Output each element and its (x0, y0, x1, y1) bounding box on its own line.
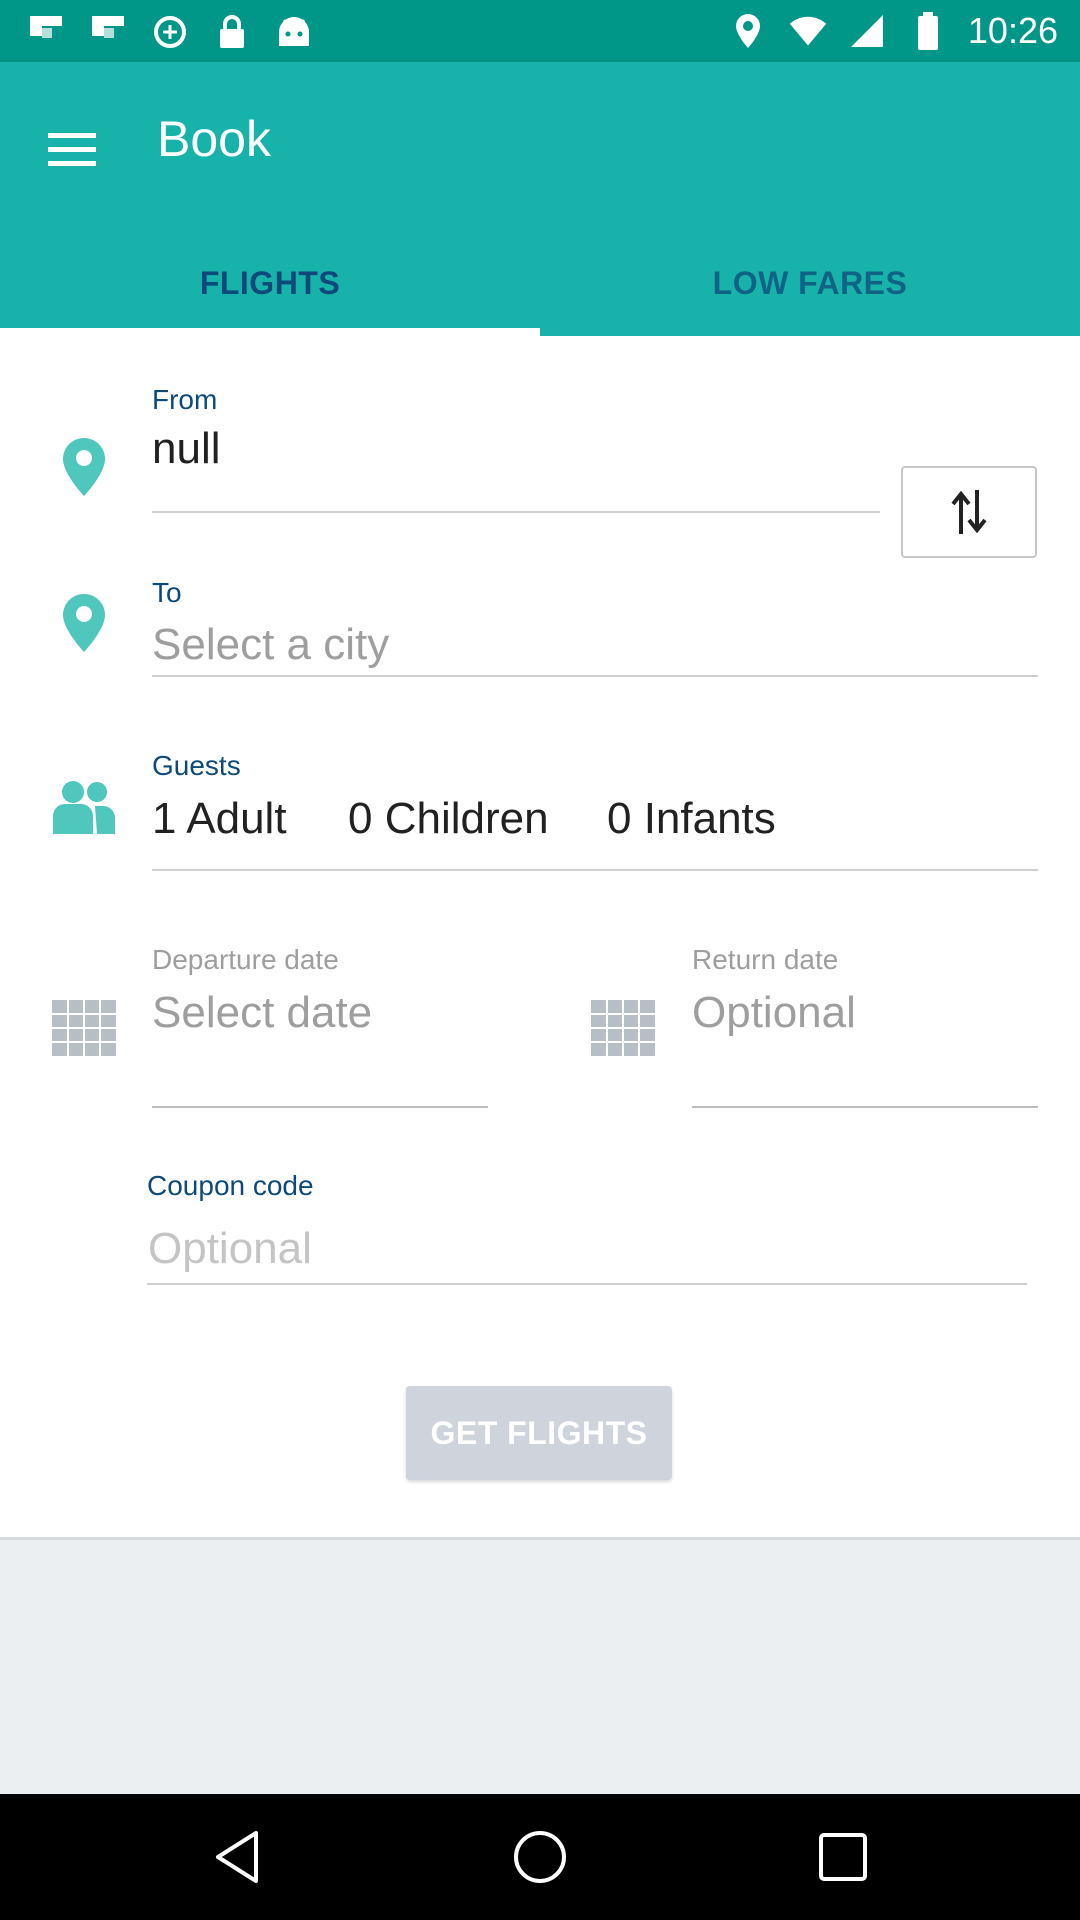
signal-icon (848, 13, 888, 49)
flipboard-icon (88, 14, 128, 50)
back-icon[interactable] (200, 1820, 274, 1894)
home-icon[interactable] (503, 1820, 577, 1894)
departure-label: Departure date (152, 944, 339, 975)
from-underline (152, 511, 880, 513)
navigation-bar (0, 1794, 1080, 1920)
android-icon (274, 14, 314, 50)
to-field[interactable]: Select a city (152, 620, 389, 670)
guests-adults[interactable]: 1 Adult (152, 794, 287, 844)
tab-low-fares[interactable]: LOW FARES (540, 230, 1080, 336)
tab-flights[interactable]: FLIGHTS (0, 230, 540, 336)
return-label: Return date (692, 944, 839, 975)
guests-children[interactable]: 0 Children (348, 794, 549, 844)
lock-icon (212, 14, 252, 50)
calendar-icon (591, 1000, 655, 1056)
coupon-field[interactable]: Optional (148, 1224, 312, 1274)
people-icon (53, 781, 115, 834)
location-pin-icon (63, 438, 105, 496)
guests-label: Guests (152, 750, 241, 781)
page-title: Book (157, 111, 271, 167)
data-saver-icon (150, 14, 190, 50)
wifi-icon (788, 13, 828, 49)
get-flights-button[interactable]: GET FLIGHTS (406, 1386, 672, 1480)
battery-icon (908, 12, 948, 50)
status-time: 10:26 (967, 10, 1058, 51)
location-pin-icon (63, 594, 105, 652)
return-field[interactable]: Optional (692, 988, 856, 1038)
swap-button[interactable] (901, 466, 1037, 558)
location-icon (728, 13, 768, 49)
flipboard-icon (26, 14, 66, 50)
guests-underline (152, 869, 1038, 871)
departure-field[interactable]: Select date (152, 988, 372, 1038)
departure-underline (152, 1106, 488, 1108)
to-underline (152, 675, 1038, 677)
calendar-icon (52, 1000, 116, 1056)
swap-vertical-icon (951, 490, 987, 534)
menu-icon[interactable] (36, 112, 110, 186)
status-bar: 10:26 (0, 0, 1080, 62)
app-bar: Book FLIGHTS LOW FARES (0, 62, 1080, 336)
guests-infants[interactable]: 0 Infants (607, 794, 776, 844)
from-label: From (152, 384, 218, 415)
coupon-underline (147, 1283, 1027, 1285)
tab-indicator (0, 328, 540, 336)
coupon-label: Coupon code (147, 1170, 314, 1201)
to-label: To (152, 577, 182, 608)
return-underline (692, 1106, 1038, 1108)
from-field[interactable]: null (152, 424, 221, 474)
recents-icon[interactable] (806, 1820, 880, 1894)
